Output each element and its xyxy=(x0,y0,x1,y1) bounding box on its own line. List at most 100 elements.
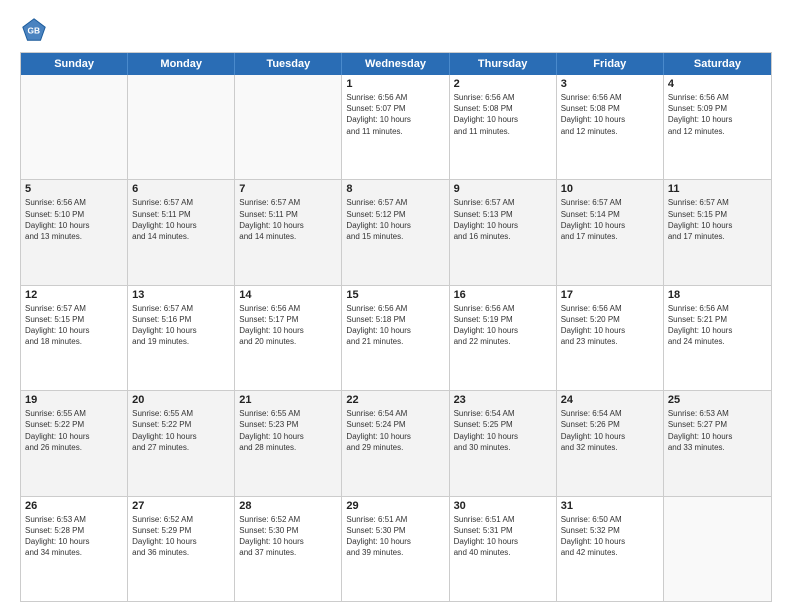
day-number: 8 xyxy=(346,183,444,195)
day-info: Sunrise: 6:57 AM Sunset: 5:15 PM Dayligh… xyxy=(668,197,767,242)
day-info: Sunrise: 6:56 AM Sunset: 5:07 PM Dayligh… xyxy=(346,92,444,137)
day-number: 15 xyxy=(346,289,444,301)
day-number: 3 xyxy=(561,78,659,90)
day-number: 24 xyxy=(561,394,659,406)
header: GB xyxy=(20,16,772,44)
calendar-week: 1 Sunrise: 6:56 AM Sunset: 5:07 PM Daylig… xyxy=(21,75,771,180)
day-info: Sunrise: 6:56 AM Sunset: 5:18 PM Dayligh… xyxy=(346,303,444,348)
calendar-cell: 29 Sunrise: 6:51 AM Sunset: 5:30 PM Dayli… xyxy=(342,497,449,601)
calendar-cell: 2 Sunrise: 6:56 AM Sunset: 5:08 PM Daylig… xyxy=(450,75,557,179)
day-info: Sunrise: 6:50 AM Sunset: 5:32 PM Dayligh… xyxy=(561,514,659,559)
day-info: Sunrise: 6:53 AM Sunset: 5:27 PM Dayligh… xyxy=(668,408,767,453)
calendar-header-cell: Saturday xyxy=(664,53,771,75)
day-number: 31 xyxy=(561,500,659,512)
calendar-week: 19 Sunrise: 6:55 AM Sunset: 5:22 PM Dayli… xyxy=(21,391,771,496)
day-info: Sunrise: 6:56 AM Sunset: 5:08 PM Dayligh… xyxy=(561,92,659,137)
day-number: 23 xyxy=(454,394,552,406)
svg-text:GB: GB xyxy=(27,26,40,36)
day-info: Sunrise: 6:52 AM Sunset: 5:30 PM Dayligh… xyxy=(239,514,337,559)
calendar-cell-empty xyxy=(235,75,342,179)
calendar-body: 1 Sunrise: 6:56 AM Sunset: 5:07 PM Daylig… xyxy=(21,75,771,601)
day-info: Sunrise: 6:56 AM Sunset: 5:19 PM Dayligh… xyxy=(454,303,552,348)
calendar-cell: 6 Sunrise: 6:57 AM Sunset: 5:11 PM Daylig… xyxy=(128,180,235,284)
calendar-cell: 8 Sunrise: 6:57 AM Sunset: 5:12 PM Daylig… xyxy=(342,180,449,284)
day-info: Sunrise: 6:57 AM Sunset: 5:13 PM Dayligh… xyxy=(454,197,552,242)
calendar-cell: 28 Sunrise: 6:52 AM Sunset: 5:30 PM Dayli… xyxy=(235,497,342,601)
day-info: Sunrise: 6:53 AM Sunset: 5:28 PM Dayligh… xyxy=(25,514,123,559)
calendar-cell: 20 Sunrise: 6:55 AM Sunset: 5:22 PM Dayli… xyxy=(128,391,235,495)
calendar-cell: 14 Sunrise: 6:56 AM Sunset: 5:17 PM Dayli… xyxy=(235,286,342,390)
calendar-cell: 5Sunrise: 6:56 AM Sunset: 5:10 PM Daylig… xyxy=(21,180,128,284)
calendar-header-row: SundayMondayTuesdayWednesdayThursdayFrid… xyxy=(21,53,771,75)
calendar-cell: 18 Sunrise: 6:56 AM Sunset: 5:21 PM Dayli… xyxy=(664,286,771,390)
calendar-header-cell: Monday xyxy=(128,53,235,75)
day-info: Sunrise: 6:55 AM Sunset: 5:22 PM Dayligh… xyxy=(132,408,230,453)
day-number: 28 xyxy=(239,500,337,512)
day-number: 30 xyxy=(454,500,552,512)
day-info: Sunrise: 6:57 AM Sunset: 5:12 PM Dayligh… xyxy=(346,197,444,242)
calendar-cell: 31 Sunrise: 6:50 AM Sunset: 5:32 PM Dayli… xyxy=(557,497,664,601)
calendar-cell: 22 Sunrise: 6:54 AM Sunset: 5:24 PM Dayli… xyxy=(342,391,449,495)
day-number: 2 xyxy=(454,78,552,90)
day-number: 27 xyxy=(132,500,230,512)
calendar-cell: 11 Sunrise: 6:57 AM Sunset: 5:15 PM Dayli… xyxy=(664,180,771,284)
calendar-cell: 16Sunrise: 6:56 AM Sunset: 5:19 PM Dayli… xyxy=(450,286,557,390)
calendar-cell: 21 Sunrise: 6:55 AM Sunset: 5:23 PM Dayli… xyxy=(235,391,342,495)
page: GB SundayMondayTuesdayWednesdayThursdayF… xyxy=(0,0,792,612)
day-info: Sunrise: 6:57 AM Sunset: 5:11 PM Dayligh… xyxy=(132,197,230,242)
day-info: Sunrise: 6:52 AM Sunset: 5:29 PM Dayligh… xyxy=(132,514,230,559)
day-info: Sunrise: 6:51 AM Sunset: 5:31 PM Dayligh… xyxy=(454,514,552,559)
calendar-cell: 10 Sunrise: 6:57 AM Sunset: 5:14 PM Dayli… xyxy=(557,180,664,284)
day-number: 19 xyxy=(25,394,123,406)
calendar: SundayMondayTuesdayWednesdayThursdayFrid… xyxy=(20,52,772,602)
day-number: 17 xyxy=(561,289,659,301)
day-number: 21 xyxy=(239,394,337,406)
day-number: 29 xyxy=(346,500,444,512)
day-number: 11 xyxy=(668,183,767,195)
day-number: 14 xyxy=(239,289,337,301)
day-info: Sunrise: 6:54 AM Sunset: 5:24 PM Dayligh… xyxy=(346,408,444,453)
logo: GB xyxy=(20,16,52,44)
calendar-cell: 17 Sunrise: 6:56 AM Sunset: 5:20 PM Dayli… xyxy=(557,286,664,390)
day-number: 20 xyxy=(132,394,230,406)
day-info: Sunrise: 6:56 AM Sunset: 5:21 PM Dayligh… xyxy=(668,303,767,348)
day-number: 9 xyxy=(454,183,552,195)
calendar-header-cell: Sunday xyxy=(21,53,128,75)
calendar-header-cell: Tuesday xyxy=(235,53,342,75)
day-info: Sunrise: 6:55 AM Sunset: 5:23 PM Dayligh… xyxy=(239,408,337,453)
calendar-cell-empty xyxy=(664,497,771,601)
calendar-cell: 9 Sunrise: 6:57 AM Sunset: 5:13 PM Daylig… xyxy=(450,180,557,284)
calendar-cell: 3 Sunrise: 6:56 AM Sunset: 5:08 PM Daylig… xyxy=(557,75,664,179)
day-info: Sunrise: 6:56 AM Sunset: 5:08 PM Dayligh… xyxy=(454,92,552,137)
calendar-cell: 25 Sunrise: 6:53 AM Sunset: 5:27 PM Dayli… xyxy=(664,391,771,495)
day-info: Sunrise: 6:54 AM Sunset: 5:25 PM Dayligh… xyxy=(454,408,552,453)
calendar-cell: 27 Sunrise: 6:52 AM Sunset: 5:29 PM Dayli… xyxy=(128,497,235,601)
calendar-cell: 1 Sunrise: 6:56 AM Sunset: 5:07 PM Daylig… xyxy=(342,75,449,179)
day-number: 1 xyxy=(346,78,444,90)
day-info: Sunrise: 6:56 AM Sunset: 5:09 PM Dayligh… xyxy=(668,92,767,137)
day-info: Sunrise: 6:56 AM Sunset: 5:20 PM Dayligh… xyxy=(561,303,659,348)
calendar-cell: 23 Sunrise: 6:54 AM Sunset: 5:25 PM Dayli… xyxy=(450,391,557,495)
day-number: 26 xyxy=(25,500,123,512)
calendar-header-cell: Friday xyxy=(557,53,664,75)
day-number: 10 xyxy=(561,183,659,195)
day-number: 18 xyxy=(668,289,767,301)
day-number: 12 xyxy=(25,289,123,301)
day-info: Sunrise: 6:57 AM Sunset: 5:15 PM Dayligh… xyxy=(25,303,123,348)
day-number: 6 xyxy=(132,183,230,195)
day-info: Sunrise: 6:56 AM Sunset: 5:10 PM Dayligh… xyxy=(25,197,123,242)
day-info: Sunrise: 6:57 AM Sunset: 5:16 PM Dayligh… xyxy=(132,303,230,348)
day-number: 22 xyxy=(346,394,444,406)
calendar-cell-empty xyxy=(128,75,235,179)
calendar-week: 5Sunrise: 6:56 AM Sunset: 5:10 PM Daylig… xyxy=(21,180,771,285)
day-number: 25 xyxy=(668,394,767,406)
day-info: Sunrise: 6:51 AM Sunset: 5:30 PM Dayligh… xyxy=(346,514,444,559)
day-number: 4 xyxy=(668,78,767,90)
calendar-header-cell: Wednesday xyxy=(342,53,449,75)
day-info: Sunrise: 6:57 AM Sunset: 5:14 PM Dayligh… xyxy=(561,197,659,242)
logo-icon: GB xyxy=(20,16,48,44)
calendar-header-cell: Thursday xyxy=(450,53,557,75)
day-info: Sunrise: 6:55 AM Sunset: 5:22 PM Dayligh… xyxy=(25,408,123,453)
day-info: Sunrise: 6:56 AM Sunset: 5:17 PM Dayligh… xyxy=(239,303,337,348)
calendar-cell: 26 Sunrise: 6:53 AM Sunset: 5:28 PM Dayli… xyxy=(21,497,128,601)
